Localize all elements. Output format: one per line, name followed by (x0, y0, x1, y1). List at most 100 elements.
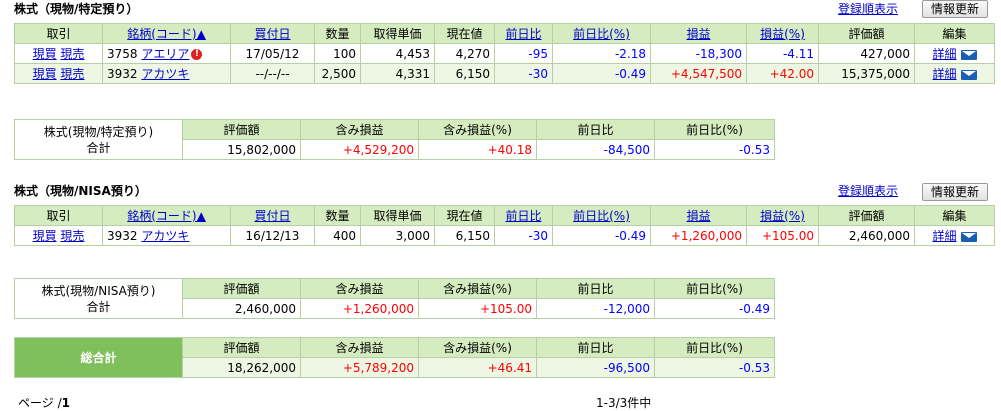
current-price: 6,150 (434, 225, 495, 246)
summary-col-pl: 含み損益 (300, 119, 419, 140)
col-chgp-sort[interactable]: 前日比(%) (552, 23, 651, 44)
refresh-button[interactable]: 情報更新 (922, 183, 989, 201)
col-chg-sort[interactable]: 前日比 (494, 205, 553, 226)
col-pl-sort[interactable]: 損益 (650, 205, 747, 226)
summary-table-nisa: 株式(現物/NISA預り) 合計 評価額 含み損益 含み損益(%) 前日比 前日比… (14, 278, 775, 319)
summary-chgp: -0.49 (654, 298, 775, 319)
col-chgp-sort[interactable]: 前日比(%) (552, 205, 651, 226)
stock-name-link[interactable]: アカツキ (141, 67, 189, 81)
mail-icon[interactable] (960, 231, 977, 242)
summary-col-chgp: 前日比(%) (654, 278, 775, 299)
sort-by-registration-link[interactable]: 登録順表示 (838, 0, 898, 17)
summary-total-label: 合計 (86, 140, 111, 155)
col-pl-sort[interactable]: 損益 (650, 23, 747, 44)
detail-link[interactable]: 詳細 (932, 229, 956, 243)
profit-loss-pct: -4.11 (746, 43, 819, 64)
day-change-pct: -0.49 (552, 63, 651, 84)
col-price: 現在値 (434, 205, 495, 226)
valuation: 2,460,000 (818, 225, 915, 246)
profit-loss: -18,300 (650, 43, 747, 64)
total-plp: +46.41 (418, 357, 537, 378)
day-change: -95 (494, 43, 553, 64)
col-edit: 編集 (914, 23, 995, 44)
quantity: 100 (314, 43, 361, 64)
col-value: 評価額 (818, 23, 915, 44)
cost-price: 4,331 (360, 63, 435, 84)
total-value: 18,262,000 (182, 357, 301, 378)
total-col-value: 評価額 (182, 337, 301, 358)
buy-link[interactable]: 現買 (33, 67, 57, 81)
result-count: 1-3/3件中 (596, 396, 652, 410)
col-chg-sort[interactable]: 前日比 (494, 23, 553, 44)
summary-chgp: -0.53 (654, 139, 775, 160)
summary-col-plp: 含み損益(%) (418, 278, 537, 299)
holdings-table-tokutei: 取引 銘柄(コード)▲ 買付日 数量 取得単価 現在値 前日比 前日比(%) 損… (14, 23, 995, 84)
buy-link[interactable]: 現買 (33, 47, 57, 61)
summary-total-label: 合計 (86, 299, 111, 314)
table-header-row: 取引 銘柄(コード)▲ 買付日 数量 取得単価 現在値 前日比 前日比(%) 損… (14, 205, 995, 226)
buy-link[interactable]: 現買 (33, 229, 57, 243)
total-col-chg: 前日比 (536, 337, 655, 358)
summary-label: 株式(現物/特定預り) (43, 124, 154, 139)
col-plp-sort[interactable]: 損益(%) (746, 23, 819, 44)
summary-plp: +40.18 (418, 139, 537, 160)
profit-loss-pct: +42.00 (746, 63, 819, 84)
col-date-sort[interactable]: 買付日 (230, 205, 315, 226)
detail-link[interactable]: 詳細 (932, 67, 956, 81)
buy-date: 17/05/12 (230, 43, 315, 64)
col-qty: 数量 (314, 205, 361, 226)
total-chg: -96,500 (536, 357, 655, 378)
quantity: 2,500 (314, 63, 361, 84)
col-date-sort[interactable]: 買付日 (230, 23, 315, 44)
total-col-chgp: 前日比(%) (654, 337, 775, 358)
stock-code: 3932 (107, 229, 138, 243)
summary-col-chg: 前日比 (536, 278, 655, 299)
holdings-table-nisa: 取引 銘柄(コード)▲ 買付日 数量 取得単価 現在値 前日比 前日比(%) 損… (14, 205, 995, 246)
summary-label: 株式(現物/NISA預り) (41, 283, 156, 298)
detail-link[interactable]: 詳細 (932, 47, 956, 61)
table-row: 現買 現売 3932 アカツキ 16/12/13 400 3,000 6,150… (14, 225, 995, 246)
summary-value: 2,460,000 (182, 298, 301, 319)
sell-link[interactable]: 現売 (60, 47, 84, 61)
summary-pl: +1,260,000 (300, 298, 419, 319)
day-change-pct: -2.18 (552, 43, 651, 64)
col-plp-sort[interactable]: 損益(%) (746, 205, 819, 226)
col-name-sort[interactable]: 銘柄(コード)▲ (102, 23, 231, 44)
profit-loss: +1,260,000 (650, 225, 747, 246)
sort-by-registration-link[interactable]: 登録順表示 (838, 182, 898, 199)
page-number: 1 (61, 396, 70, 410)
sell-link[interactable]: 現売 (60, 229, 84, 243)
col-edit: 編集 (914, 205, 995, 226)
alert-icon[interactable]: ! (191, 49, 203, 60)
profit-loss: +4,547,500 (650, 63, 747, 84)
sell-link[interactable]: 現売 (60, 67, 84, 81)
day-change: -30 (494, 225, 553, 246)
day-change: -30 (494, 63, 553, 84)
total-col-plp: 含み損益(%) (418, 337, 537, 358)
summary-chg: -12,000 (536, 298, 655, 319)
current-price: 4,270 (434, 43, 495, 64)
buy-date: 16/12/13 (230, 225, 315, 246)
summary-col-chg: 前日比 (536, 119, 655, 140)
profit-loss-pct: +105.00 (746, 225, 819, 246)
mail-icon[interactable] (960, 49, 977, 60)
current-price: 6,150 (434, 63, 495, 84)
mail-icon[interactable] (960, 69, 977, 80)
stock-name-link[interactable]: アカツキ (141, 229, 189, 243)
table-header-row: 取引 銘柄(コード)▲ 買付日 数量 取得単価 現在値 前日比 前日比(%) 損… (14, 23, 995, 44)
stock-code: 3758 (107, 47, 138, 61)
col-name-sort[interactable]: 銘柄(コード)▲ (102, 205, 231, 226)
page-label: ページ / (18, 396, 62, 410)
table-row: 現買 現売 3932 アカツキ --/--/-- 2,500 4,331 6,1… (14, 63, 995, 84)
col-cost: 取得単価 (360, 205, 435, 226)
valuation: 15,375,000 (818, 63, 915, 84)
col-trade: 取引 (14, 205, 103, 226)
summary-col-plp: 含み損益(%) (418, 119, 537, 140)
section-title-nisa: 株式（現物/NISA預り） (14, 184, 147, 198)
col-value: 評価額 (818, 205, 915, 226)
refresh-button[interactable]: 情報更新 (922, 0, 989, 18)
total-col-pl: 含み損益 (300, 337, 419, 358)
stock-code: 3932 (107, 67, 138, 81)
col-cost: 取得単価 (360, 23, 435, 44)
stock-name-link[interactable]: アエリア (141, 47, 189, 61)
